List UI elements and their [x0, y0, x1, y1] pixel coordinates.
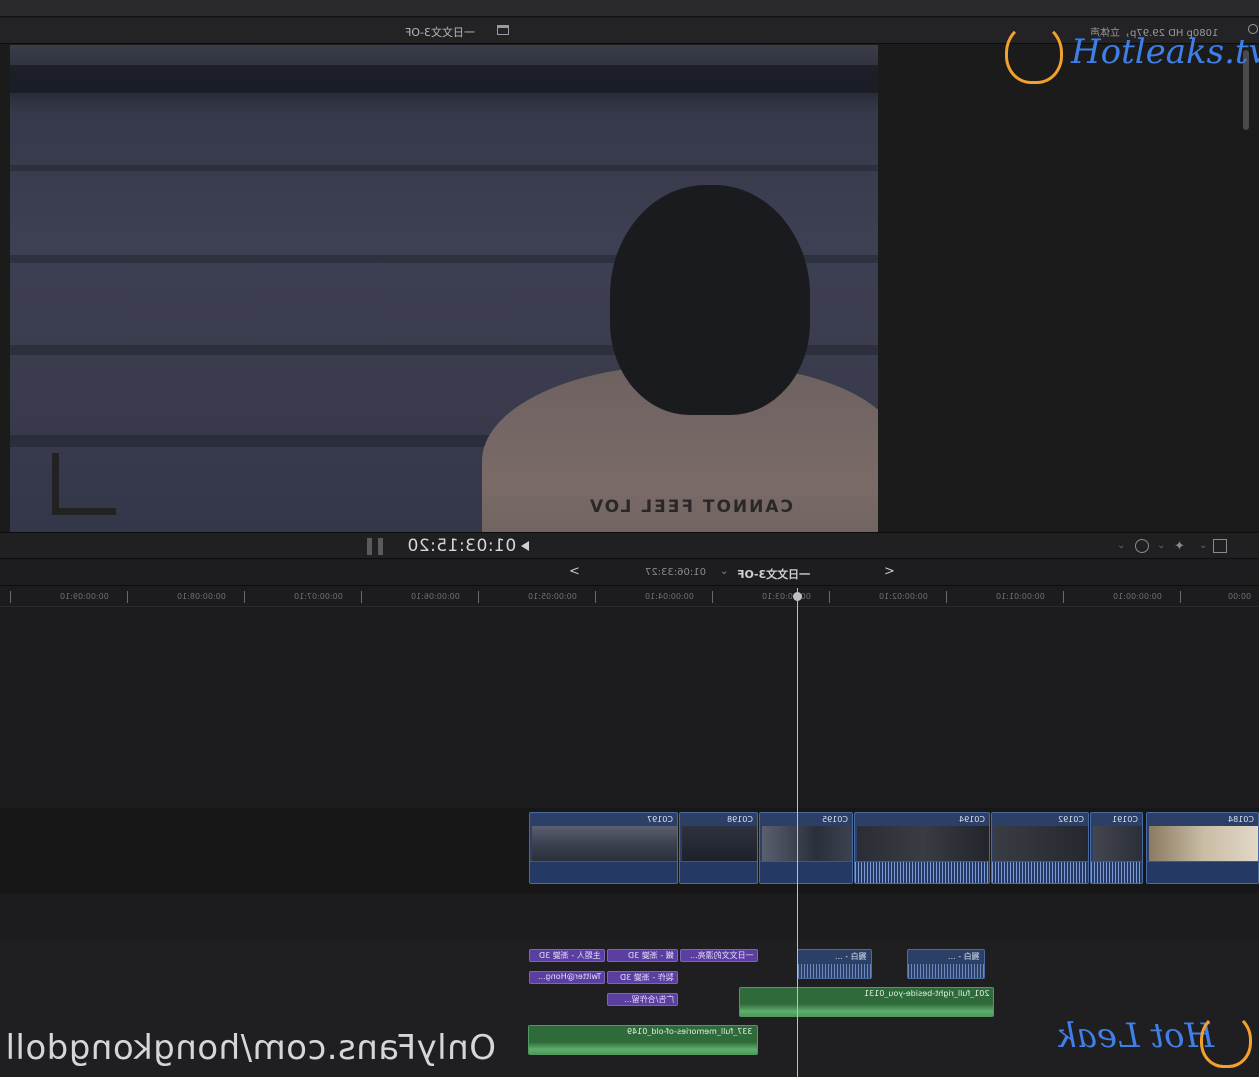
- chevron-right-icon[interactable]: >: [884, 564, 895, 579]
- watermark-top: Hotleaks.tv: [1005, 22, 1259, 88]
- video-clip[interactable]: C0184: [1146, 812, 1259, 884]
- ruler-label: 00:00:09:10: [60, 592, 109, 601]
- ruler-label: 00:00:00:10: [1113, 592, 1162, 601]
- person-hair: [610, 185, 810, 415]
- ruler-label: 00:00:05:10: [528, 592, 577, 601]
- jacket-print: CANNOT FEEL LOV: [588, 497, 794, 517]
- clip-name: C0198: [727, 815, 753, 824]
- clip-name: C0191: [1112, 815, 1138, 824]
- clip-name: C0184: [1228, 815, 1254, 824]
- viewer-panel: CANNOT FEEL LOV: [0, 45, 1259, 532]
- clip-name: C0192: [1058, 815, 1084, 824]
- ruler-label: 00:00:06:10: [411, 592, 460, 601]
- video-clip[interactable]: C0197: [529, 812, 678, 884]
- ruler-label: 00:00: [1228, 592, 1252, 601]
- clip-name: C0194: [959, 815, 985, 824]
- title-clip[interactable]: Twitter@Hong...: [529, 971, 605, 984]
- music-clip[interactable]: 201_full_right-beside-you_0131: [739, 987, 994, 1017]
- playhead[interactable]: [797, 588, 798, 1077]
- chevron-down-icon[interactable]: ⌄: [1199, 540, 1207, 551]
- timeline-header: < 01:06:33:27 ⌄ 一日文文3-OF >: [0, 560, 1259, 586]
- viewer-controls-bar: 01:03:15:20 ⌄ ⌄ ✦ ⌄: [0, 532, 1259, 559]
- project-name[interactable]: 一日文文3-OF: [737, 566, 810, 582]
- audio-meter-icon[interactable]: [1135, 539, 1149, 553]
- play-icon[interactable]: [521, 541, 529, 551]
- ruler-label: 00:00:02:10: [879, 592, 928, 601]
- watermark-url: OnlyFans.com/hongkongdoll: [5, 1028, 496, 1068]
- chevron-down-icon[interactable]: ⌄: [720, 566, 728, 577]
- view-options-icon[interactable]: [1213, 539, 1227, 553]
- corner-mark: [52, 453, 116, 515]
- chevron-down-icon[interactable]: ⌄: [1117, 540, 1125, 551]
- video-clip[interactable]: C0195: [759, 812, 853, 884]
- title-clip[interactable]: 一日文文的漂亮...: [680, 949, 758, 962]
- watermark-brand: Hot Leak: [1056, 1016, 1215, 1056]
- ruler-label: 00:00:04:10: [645, 592, 694, 601]
- timecode-display[interactable]: 01:03:15:20: [407, 536, 516, 556]
- clapper-icon: [497, 25, 509, 35]
- project-duration: 01:06:33:27: [645, 567, 707, 578]
- magic-wand-icon[interactable]: ✦: [1174, 539, 1185, 554]
- viewer-title: 一日文文3-OF: [405, 26, 475, 39]
- video-clip[interactable]: C0192: [991, 812, 1089, 884]
- ruler-label: 00:00:08:10: [177, 592, 226, 601]
- ruler-label: 00:00:03:10: [762, 592, 811, 601]
- chevron-down-icon[interactable]: ⌄: [1157, 540, 1165, 551]
- video-clip[interactable]: C0198: [679, 812, 758, 884]
- watermark-brand: Hotleaks.tv: [1071, 32, 1259, 72]
- title-clip[interactable]: 广告/合作留...: [607, 993, 678, 1006]
- ruler-label: 00:00:01:10: [996, 592, 1045, 601]
- voiceover-clip[interactable]: 獨白 - ...: [797, 949, 872, 979]
- music-clip[interactable]: 337_full_memories-of-old_0149: [528, 1025, 758, 1055]
- chevron-left-icon[interactable]: <: [569, 564, 580, 579]
- video-preview[interactable]: CANNOT FEEL LOV: [10, 45, 878, 532]
- watermark-logo-icon: [1005, 22, 1063, 84]
- timeline-ruler[interactable]: 00:00:09:10 00:00:08:10 00:00:07:10 00:0…: [0, 587, 1259, 607]
- clip-name: C0195: [822, 815, 848, 824]
- app-top-strip: [0, 0, 1259, 17]
- timeline[interactable]: C0197 C0198 C0195 C0194 C0192 C0191 C018…: [0, 608, 1259, 1077]
- pause-icon[interactable]: [367, 538, 383, 555]
- video-clip[interactable]: C0191: [1090, 812, 1143, 884]
- title-clip[interactable]: 製作 - 漸變 3D: [607, 971, 678, 984]
- voiceover-clip[interactable]: 獨白 - ...: [907, 949, 985, 979]
- clip-name: C0197: [647, 815, 673, 824]
- title-clip[interactable]: 鐵 - 漸變 3D: [607, 949, 678, 962]
- playhead-handle[interactable]: [793, 592, 802, 601]
- watermark-logo-icon: [1200, 1012, 1252, 1068]
- title-clip[interactable]: 主題人 - 漸變 3D: [529, 949, 605, 962]
- video-clip[interactable]: C0194: [854, 812, 990, 884]
- ruler-label: 00:00:07:10: [294, 592, 343, 601]
- watermark-bottom: Hot Leak: [1052, 1010, 1257, 1072]
